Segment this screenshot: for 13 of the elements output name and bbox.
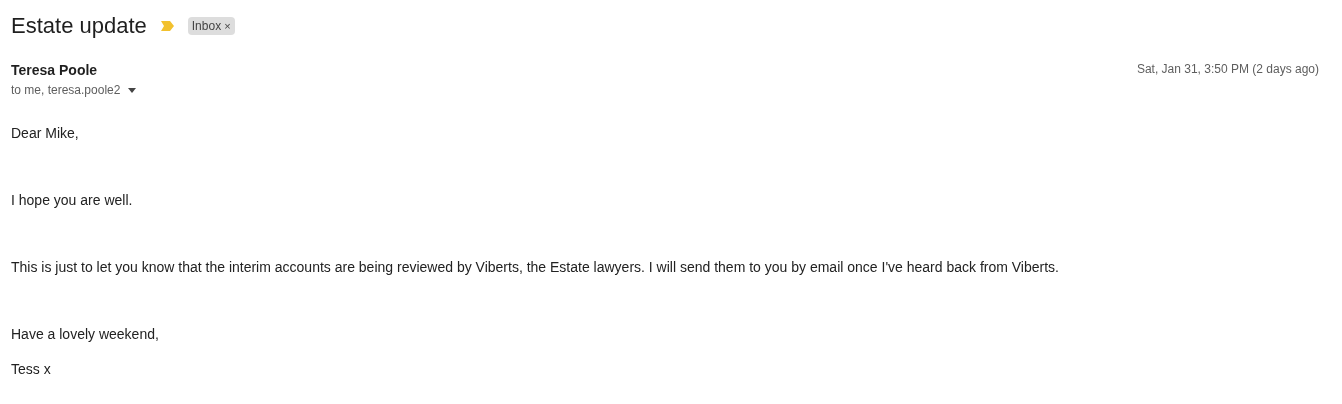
recipients: to me, teresa.poole2: [11, 82, 121, 99]
label-name: Inbox: [191, 18, 222, 34]
body-paragraph: This is just to let you know that the interim accounts are being reviewed by Viberts, the Estate lawyers. I will send them to you by email once I've heard back from Viberts.: [11, 258, 1060, 276]
importance-marker-icon[interactable]: [160, 21, 174, 31]
body-paragraph: I hope you are well.: [11, 191, 134, 209]
remove-label-button[interactable]: ×: [224, 18, 231, 34]
email-subject: Estate update: [11, 12, 147, 40]
body-paragraph: Dear Mike,: [11, 124, 80, 142]
date: Sat, Jan 31, 3:50 PM (2 days ago): [1136, 61, 1320, 78]
body-paragraph: Tess x: [11, 360, 52, 378]
sender-name: Teresa Poole: [11, 61, 99, 80]
caret-icon[interactable]: [128, 87, 137, 93]
body-paragraph: Have a lovely weekend,: [11, 325, 160, 343]
